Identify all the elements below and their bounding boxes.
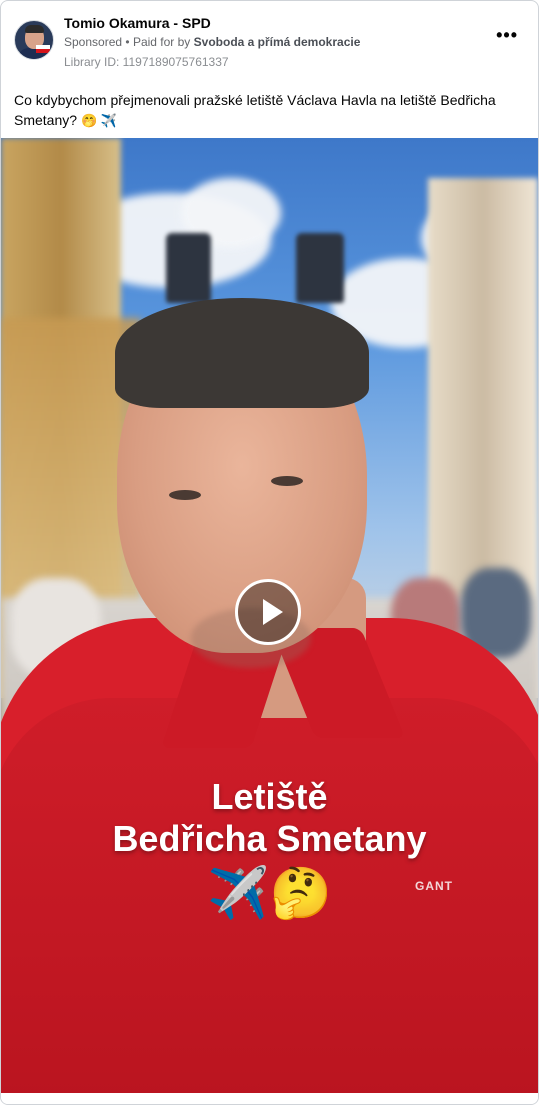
- paid-for-prefix: Paid for by: [132, 35, 191, 49]
- right-eye: [271, 476, 303, 486]
- payer-name[interactable]: Svoboda a přímá demokracie: [194, 35, 361, 49]
- sponsored-line: Sponsored • Paid for by Svoboda a přímá …: [64, 35, 360, 49]
- overlay-title-line1: Letiště: [211, 776, 328, 817]
- overlay-title-line2: Bedřicha Smetany: [112, 818, 427, 859]
- separator-dot: •: [125, 35, 133, 49]
- ad-card: Tomio Okamura - SPD Sponsored • Paid for…: [0, 0, 539, 1105]
- left-eye: [169, 490, 201, 500]
- page-avatar[interactable]: [14, 20, 54, 60]
- play-button-icon[interactable]: [235, 579, 301, 645]
- flag-icon: [36, 45, 50, 53]
- page-name[interactable]: Tomio Okamura - SPD: [64, 15, 211, 31]
- person-hair: [115, 298, 369, 408]
- card-footer-edge: [1, 1093, 538, 1104]
- overlay-emojis: ✈️🤔: [207, 865, 332, 921]
- ad-header: Tomio Okamura - SPD Sponsored • Paid for…: [1, 1, 538, 81]
- sponsored-label: Sponsored: [64, 35, 123, 49]
- more-options-icon[interactable]: •••: [496, 26, 518, 44]
- video-player[interactable]: GANT Letiště Bedřicha Smetany ✈️🤔: [1, 138, 538, 1093]
- post-caption: Co kdybychom přejmenovali pražské letišt…: [14, 90, 519, 131]
- library-id: Library ID: 1197189075761337: [64, 55, 229, 69]
- caption-emojis: 🤭 ✈️: [80, 113, 117, 128]
- avatar-hair: [25, 25, 44, 33]
- street-lamp: [166, 233, 211, 303]
- street-lamp: [296, 233, 344, 303]
